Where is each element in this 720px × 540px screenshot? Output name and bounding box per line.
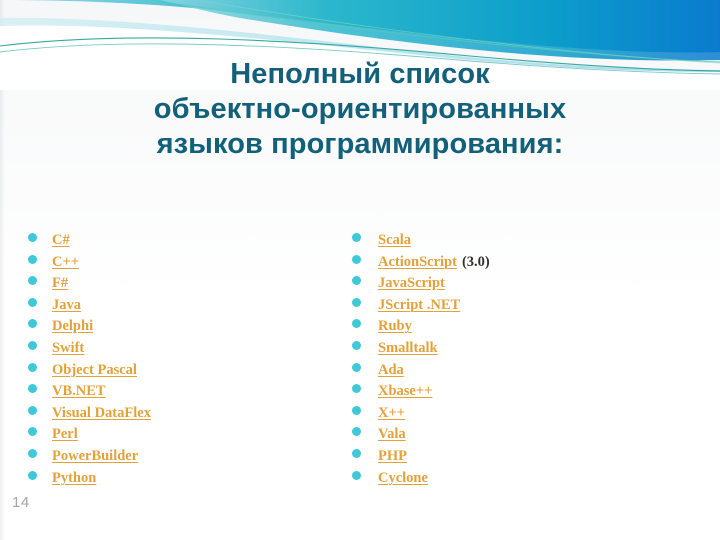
list-item[interactable]: Ada	[352, 360, 682, 382]
list-item[interactable]: PowerBuilder	[28, 446, 328, 468]
bullet-icon	[352, 427, 361, 437]
list-item[interactable]: ActionScript (3.0)	[352, 252, 682, 274]
language-name[interactable]: Python	[52, 468, 96, 490]
list-item[interactable]: Java	[28, 295, 328, 317]
list-item[interactable]: Xbase++	[352, 381, 682, 403]
bullet-icon	[28, 276, 37, 286]
bullet-icon	[28, 254, 37, 264]
bullet-icon	[352, 362, 361, 372]
bullet-icon	[28, 405, 37, 415]
slide-title: Неполный список объектно-ориентированных…	[50, 57, 670, 162]
bullet-icon	[352, 448, 361, 458]
bullet-icon	[352, 384, 361, 394]
language-list-right: Scala ActionScript (3.0) JavaScript JScr…	[352, 230, 682, 489]
language-name[interactable]: Visual DataFlex	[52, 403, 151, 425]
bullet-icon	[28, 319, 37, 329]
language-name[interactable]: Scala	[378, 230, 411, 252]
language-name[interactable]: Perl	[52, 424, 78, 446]
bullet-icon	[352, 405, 361, 415]
title-line-2: объектно-ориентированных	[153, 93, 567, 125]
list-item[interactable]: Cyclone	[352, 468, 682, 490]
language-name[interactable]: F#	[52, 273, 68, 295]
bullet-icon	[28, 362, 37, 372]
list-item[interactable]: C++	[28, 252, 328, 274]
page-number: 14	[12, 494, 30, 511]
list-item[interactable]: Python	[28, 468, 328, 490]
list-item[interactable]: Object Pascal	[28, 360, 328, 382]
list-item[interactable]: Smalltalk	[352, 338, 682, 360]
language-name[interactable]: PHP	[378, 446, 407, 468]
title-line-1: Неполный список	[230, 58, 490, 90]
language-name[interactable]: C++	[52, 252, 79, 274]
language-name[interactable]: Ruby	[378, 316, 412, 338]
bullet-icon	[352, 276, 361, 286]
list-item[interactable]: JScript .NET	[352, 295, 682, 317]
list-item[interactable]: F#	[28, 273, 328, 295]
bullet-icon	[28, 340, 37, 350]
list-item[interactable]: Perl	[28, 424, 328, 446]
list-item[interactable]: JavaScript	[352, 273, 682, 295]
list-item[interactable]: Scala	[352, 230, 682, 252]
bullet-icon	[28, 297, 37, 307]
bullet-icon	[28, 470, 37, 480]
language-name[interactable]: Vala	[378, 424, 406, 446]
language-name[interactable]: Xbase++	[378, 381, 432, 403]
bullet-icon	[352, 233, 361, 242]
list-item[interactable]: C#	[28, 230, 328, 252]
list-item[interactable]: Vala	[352, 424, 682, 446]
language-name[interactable]: ActionScript	[378, 252, 457, 274]
bullet-icon	[28, 448, 37, 458]
language-list-left-column: C# C++ F# Java Delphi Swift Object Pasca…	[28, 230, 328, 489]
list-item[interactable]: X++	[352, 403, 682, 425]
bullet-icon	[352, 297, 361, 307]
bullet-icon	[352, 254, 361, 264]
slide: Неполный список объектно-ориентированных…	[0, 0, 720, 540]
list-item[interactable]: Ruby	[352, 316, 682, 338]
list-item[interactable]: PHP	[352, 446, 682, 468]
title-line-3: языков программирования:	[156, 128, 564, 160]
bullet-icon	[352, 470, 361, 480]
language-name[interactable]: JavaScript	[378, 273, 445, 295]
language-name[interactable]: Smalltalk	[378, 338, 438, 360]
bullet-icon	[28, 233, 37, 242]
language-name[interactable]: VB.NET	[52, 381, 106, 403]
language-version-note: (3.0)	[461, 253, 490, 270]
bullet-icon	[28, 384, 37, 394]
language-name[interactable]: Delphi	[52, 316, 93, 338]
language-name[interactable]: Object Pascal	[52, 360, 137, 382]
language-list-right-column: Scala ActionScript (3.0) JavaScript JScr…	[352, 230, 682, 489]
language-name[interactable]: Ada	[378, 360, 404, 382]
bullet-icon	[352, 340, 361, 350]
language-name[interactable]: Cyclone	[378, 468, 428, 490]
language-name[interactable]: Swift	[52, 338, 84, 360]
language-list-left: C# C++ F# Java Delphi Swift Object Pasca…	[28, 230, 328, 489]
list-item[interactable]: Delphi	[28, 316, 328, 338]
language-name[interactable]: X++	[378, 403, 405, 425]
list-item[interactable]: Visual DataFlex	[28, 403, 328, 425]
language-name[interactable]: JScript .NET	[378, 295, 460, 317]
language-name[interactable]: Java	[52, 295, 81, 317]
bullet-icon	[352, 319, 361, 329]
bullet-icon	[28, 427, 37, 437]
language-name[interactable]: PowerBuilder	[52, 446, 138, 468]
language-name[interactable]: C#	[52, 230, 70, 252]
list-item[interactable]: VB.NET	[28, 381, 328, 403]
list-item[interactable]: Swift	[28, 338, 328, 360]
